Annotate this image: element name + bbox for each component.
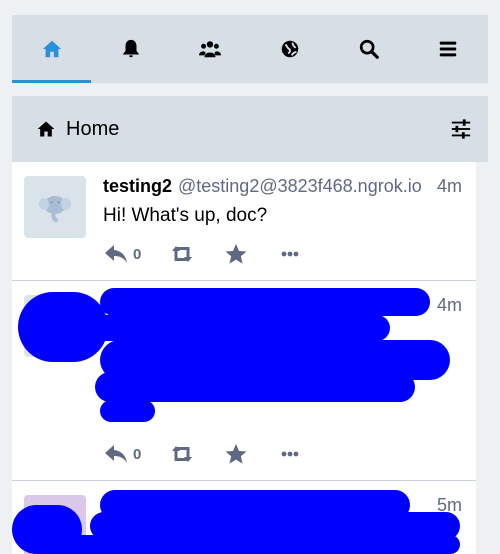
display-name[interactable]: testing2	[103, 176, 172, 197]
tab-notifications[interactable]	[91, 15, 170, 83]
top-nav-bar	[12, 15, 488, 83]
ellipsis-icon	[281, 451, 299, 457]
status-time[interactable]: 4m	[437, 176, 462, 197]
tab-menu[interactable]	[409, 15, 488, 83]
people-icon	[199, 41, 222, 58]
boost-button[interactable]	[169, 243, 195, 265]
account-handle[interactable]: @testing2@3823f468.ngrok.io	[178, 176, 425, 197]
home-icon	[37, 121, 55, 137]
favourite-button[interactable]	[223, 243, 249, 265]
reply-icon	[105, 245, 127, 263]
status-actions: 0	[103, 242, 331, 266]
reply-count: 0	[133, 445, 142, 463]
ellipsis-icon	[281, 251, 299, 257]
reply-icon	[105, 445, 127, 463]
status-header: testing2 @testing2@3823f468.ngrok.io 4m	[103, 176, 462, 197]
search-icon	[359, 39, 379, 59]
tab-home[interactable]	[12, 15, 92, 83]
home-icon	[42, 40, 61, 58]
favourite-button[interactable]	[223, 443, 249, 465]
column-header: Home	[12, 96, 488, 162]
star-icon	[225, 444, 247, 464]
boost-icon	[172, 246, 193, 262]
status-item[interactable]: testing2 @testing2@3823f468.ngrok.io 4m …	[12, 162, 476, 281]
star-icon	[225, 244, 247, 264]
more-options-button[interactable]	[277, 243, 303, 265]
reply-count: 0	[133, 245, 142, 263]
column-title: Home	[66, 117, 120, 140]
menu-icon	[440, 41, 457, 57]
boost-button[interactable]	[169, 443, 195, 465]
boost-icon	[172, 446, 193, 462]
bell-icon	[122, 39, 140, 58]
reply-button[interactable]: 0	[103, 243, 141, 265]
more-options-button[interactable]	[277, 443, 303, 465]
reply-button[interactable]: 0	[103, 443, 141, 465]
tab-local[interactable]	[171, 15, 250, 83]
elephant-icon	[39, 196, 71, 222]
status-actions: 0	[103, 442, 331, 466]
status-time[interactable]: 4m	[437, 295, 462, 316]
sliders-icon[interactable]	[450, 118, 472, 140]
avatar[interactable]	[24, 176, 86, 238]
tab-federated[interactable]	[250, 15, 329, 83]
status-content: Hi! What's up, doc?	[103, 205, 268, 226]
tab-search[interactable]	[329, 15, 408, 83]
globe-icon	[281, 40, 298, 58]
